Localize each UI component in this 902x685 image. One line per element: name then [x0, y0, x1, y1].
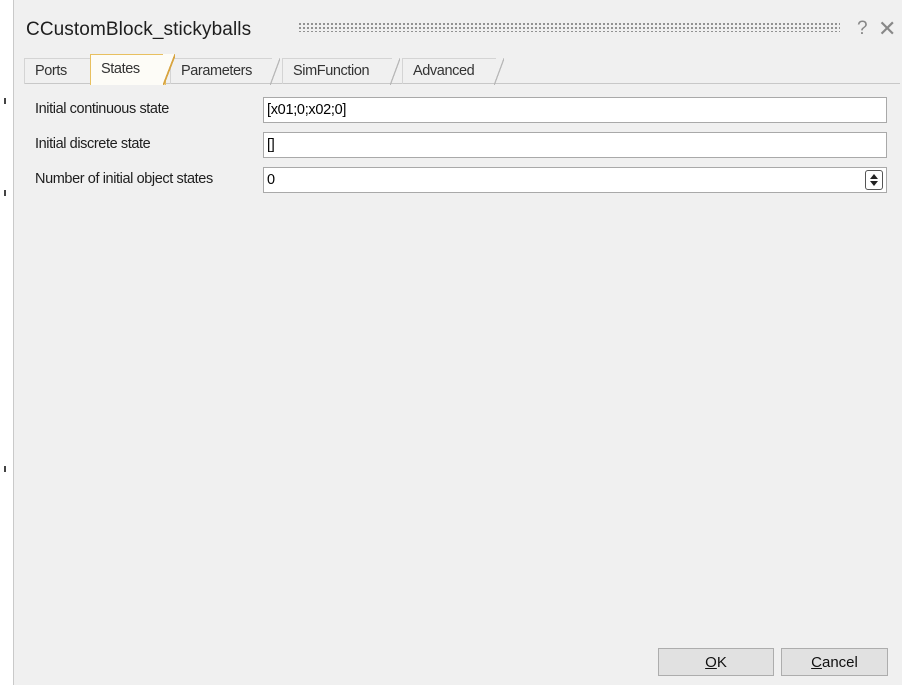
ok-mnemonic: O [705, 654, 717, 671]
tab-edge [163, 54, 175, 85]
initial-continuous-state-field[interactable]: [x01;0;x02;0] [263, 97, 887, 123]
tab-states[interactable]: States [90, 54, 175, 85]
cancel-button[interactable]: Cancel [781, 648, 888, 676]
tab-label: Ports [35, 63, 67, 79]
initial-continuous-state-label: Initial continuous state [35, 101, 169, 117]
arrow-down-icon[interactable] [870, 181, 878, 186]
tab-edge [270, 58, 280, 85]
cancel-mnemonic: C [811, 654, 822, 671]
initial-object-states-stepper[interactable]: 0 [263, 167, 887, 193]
tab-parameters[interactable]: Parameters [170, 58, 280, 85]
arrow-up-icon[interactable] [870, 174, 878, 179]
tab-label: States [101, 61, 140, 77]
left-edge-mark [4, 190, 6, 196]
drag-grip[interactable] [298, 22, 840, 32]
tab-label: Advanced [413, 63, 475, 79]
cancel-label-rest: ancel [821, 654, 858, 671]
left-edge-mark [4, 466, 6, 472]
tab-edge [494, 58, 504, 85]
stepper-value: 0 [267, 172, 275, 188]
tab-ports[interactable]: Ports [24, 58, 100, 85]
tab-edge [390, 58, 400, 85]
spinner-arrows-icon[interactable] [865, 170, 883, 190]
tab-label: Parameters [181, 63, 252, 79]
tab-label: SimFunction [293, 63, 370, 79]
initial-object-states-label: Number of initial object states [35, 171, 213, 187]
tab-advanced[interactable]: Advanced [402, 58, 504, 85]
tab-simfunction[interactable]: SimFunction [282, 58, 400, 85]
left-edge-mark [4, 98, 6, 104]
title-bar[interactable]: CCustomBlock_stickyballs ? ✕ [14, 0, 902, 42]
window-title: CCustomBlock_stickyballs [26, 19, 252, 40]
tab-strip: Ports States Parameters SimFunction Adva… [24, 54, 900, 85]
initial-discrete-state-label: Initial discrete state [35, 136, 151, 152]
help-icon[interactable]: ? [857, 18, 868, 40]
ok-label-rest: K [716, 654, 727, 671]
block-parameters-dialog: CCustomBlock_stickyballs ? ✕ Ports State… [13, 0, 902, 685]
close-icon[interactable]: ✕ [878, 16, 896, 42]
ok-button[interactable]: OK [658, 648, 774, 676]
initial-discrete-state-field[interactable]: [] [263, 132, 887, 158]
